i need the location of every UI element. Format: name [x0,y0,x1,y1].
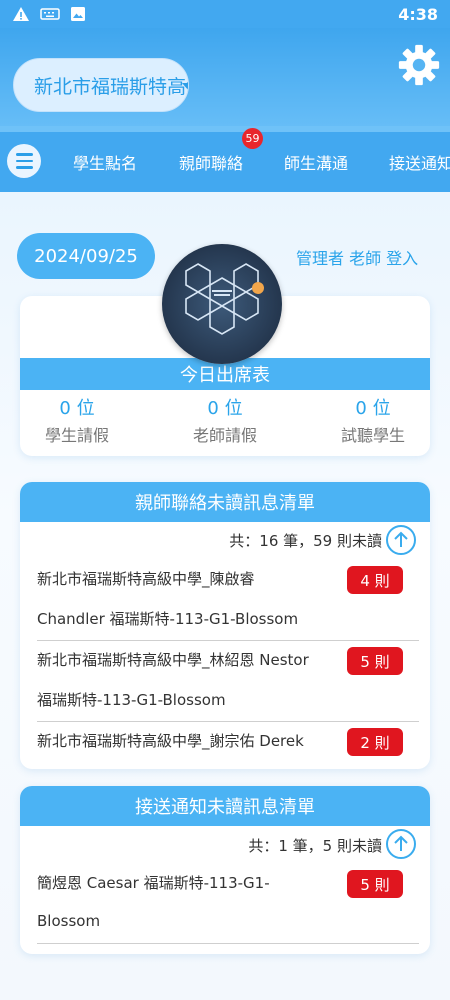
parent-teacher-summary: 共：16 筆，59 則未讀 [229,532,382,550]
stat-label: 老師請假 [192,426,257,445]
unread-count-badge: 5 則 [347,647,403,675]
stat-value: 0 位 [59,398,95,419]
message-sender: 簡煜恩 Caesar 福瑞斯特-113-G1- [37,874,270,892]
message-class: Chandler 福瑞斯特-113-G1-Blossom [37,610,299,628]
nav-item-teacher-student[interactable]: 師生溝通 [284,150,348,174]
date-display: 2024/09/25 [17,233,155,279]
keyboard-icon [40,8,60,20]
divider [37,943,419,944]
nav-item-attendance[interactable]: 學生點名 [73,150,137,174]
unread-badge: 59 [242,128,263,149]
nav-bar: 學生點名 親師聯絡 師生溝通 接送通知 [0,126,450,192]
arrow-up-icon [394,531,408,547]
status-bar: 4:38 [0,0,450,28]
message-sender: 新北市福瑞斯特高級中學_謝宗佑 Derek [37,732,304,750]
school-name: 新北市福瑞斯特高級中學 [34,75,188,98]
school-selector[interactable]: 新北市福瑞斯特高級中學 [13,58,189,112]
scroll-up-button[interactable] [386,829,416,859]
parent-teacher-unread-card: 親師聯絡未讀訊息清單 共：16 筆，59 則未讀 新北市福瑞斯特高級中學_陳啟睿… [20,482,430,769]
stat-student-leave[interactable]: 0 位 學生請假 [20,394,137,446]
nav-item-pickup[interactable]: 接送通知 [389,150,450,174]
divider [37,721,419,722]
message-class: Blossom [37,912,101,930]
unread-count-badge: 5 則 [347,870,403,898]
message-sender: 新北市福瑞斯特高級中學_林紹恩 Nestor [37,651,309,669]
stat-value: 0 位 [355,398,391,419]
avatar-image [162,244,282,364]
login-status: 管理者 老師 登入 [296,249,419,268]
menu-button[interactable] [7,144,41,178]
pickup-unread-card: 接送通知未讀訊息清單 共：1 筆，5 則未讀 簡煜恩 Caesar 福瑞斯特-1… [20,786,430,954]
scroll-up-button[interactable] [386,525,416,555]
chevron-down-icon [182,83,188,91]
pickup-title: 接送通知未讀訊息清單 [20,786,430,826]
image-icon [71,7,85,21]
divider [37,640,419,641]
stat-label: 學生請假 [44,426,109,445]
stat-label: 試聽學生 [340,426,405,445]
message-sender: 新北市福瑞斯特高級中學_陳啟睿 [37,570,255,588]
stat-trial-students[interactable]: 0 位 試聽學生 [313,394,430,446]
warning-icon [13,7,29,21]
avatar[interactable] [162,244,282,364]
gear-icon[interactable] [396,42,442,88]
message-class: 福瑞斯特-113-G1-Blossom [37,691,226,709]
pickup-summary: 共：1 筆，5 則未讀 [248,837,382,855]
stat-teacher-leave[interactable]: 0 位 老師請假 [165,394,285,446]
hamburger-icon [15,153,33,156]
parent-teacher-title: 親師聯絡未讀訊息清單 [20,482,430,522]
unread-count-badge: 2 則 [347,728,403,756]
unread-count-badge: 4 則 [347,566,403,594]
stat-value: 0 位 [207,398,243,419]
clock: 4:38 [398,4,438,24]
nav-item-parent-teacher[interactable]: 親師聯絡 [179,150,243,174]
arrow-up-icon [394,835,408,851]
header: 新北市福瑞斯特高級中學 [0,28,450,126]
